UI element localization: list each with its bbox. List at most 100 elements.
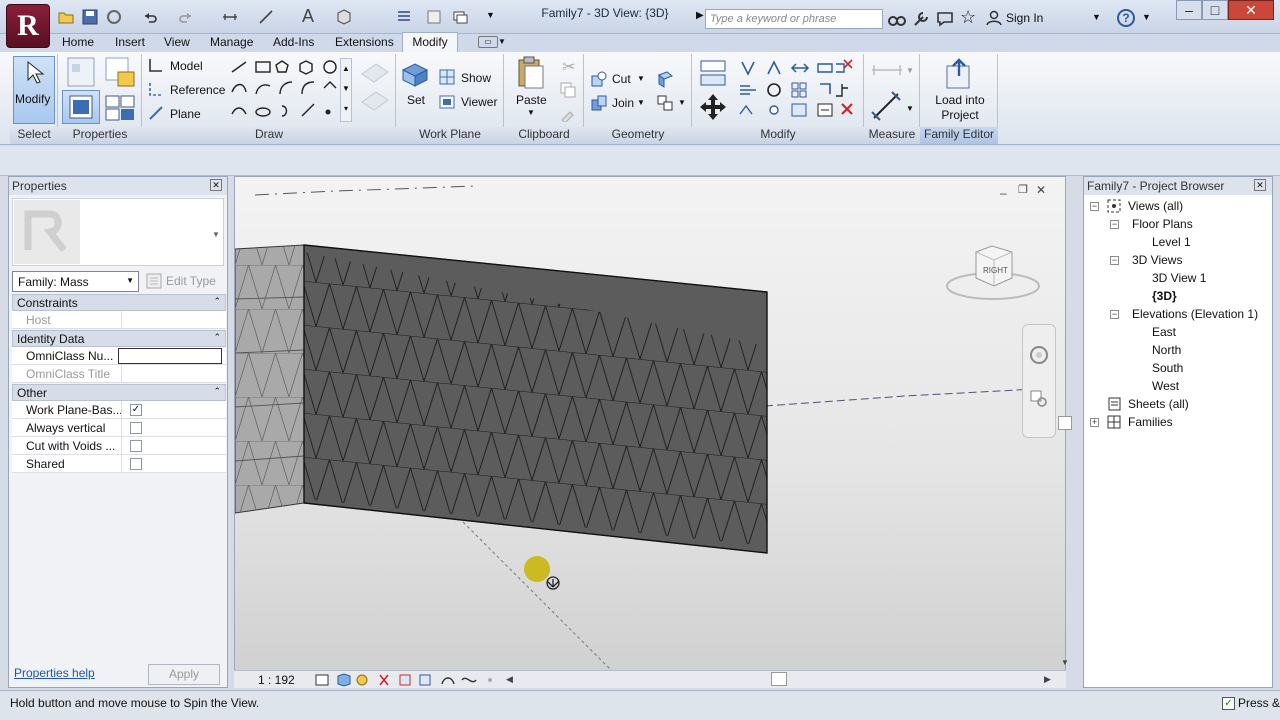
show-work-plane-button[interactable]: Show bbox=[461, 71, 491, 85]
help-dropdown-icon[interactable]: ▼ bbox=[1142, 12, 1151, 22]
paste-button[interactable]: Paste bbox=[516, 93, 547, 107]
omniclass-number-input[interactable] bbox=[118, 348, 222, 364]
category-identity-data[interactable]: Identity Data ⌃ bbox=[12, 330, 226, 347]
tree-3d-views[interactable]: 3D Views bbox=[1132, 253, 1182, 267]
tree-elevations[interactable]: Elevations (Elevation 1) bbox=[1132, 307, 1258, 321]
collapse-views-icon[interactable]: − bbox=[1090, 202, 1099, 211]
view-restore-icon[interactable]: ❐ bbox=[1018, 183, 1028, 196]
scroll-right-arrow-icon[interactable]: ▶ bbox=[1044, 674, 1051, 685]
open-icon[interactable] bbox=[58, 9, 74, 25]
cut-with-voids-checkbox[interactable] bbox=[130, 440, 142, 452]
modify-tools-gallery[interactable] bbox=[736, 58, 856, 120]
match-type-icon[interactable] bbox=[560, 106, 576, 122]
tab-manage[interactable]: Manage bbox=[206, 35, 257, 52]
measure-distance-icon[interactable] bbox=[870, 60, 906, 80]
tree-sheets[interactable]: Sheets (all) bbox=[1128, 397, 1189, 411]
mass-model[interactable] bbox=[235, 177, 1055, 669]
split-face-icon[interactable] bbox=[656, 70, 674, 88]
collapse-3d-views-icon[interactable]: − bbox=[1110, 256, 1119, 265]
measure-dropdown-icon[interactable]: ▼ bbox=[906, 66, 914, 75]
binoculars-icon[interactable] bbox=[888, 10, 906, 28]
sign-in-dropdown-icon[interactable]: ▼ bbox=[1092, 12, 1101, 22]
3d-view-qat-icon[interactable] bbox=[336, 9, 352, 25]
join-geometry-button[interactable]: Join bbox=[612, 96, 634, 110]
cut-dropdown-icon[interactable]: ▼ bbox=[637, 74, 645, 83]
tree-north[interactable]: North bbox=[1152, 343, 1181, 357]
browser-close-icon[interactable]: ✕ bbox=[1254, 179, 1266, 191]
property-row-omniclass-number[interactable]: OmniClass Nu... bbox=[12, 347, 226, 365]
move-icon[interactable] bbox=[698, 92, 728, 122]
category-other[interactable]: Other ⌃ bbox=[12, 384, 226, 401]
thin-lines-icon[interactable] bbox=[396, 9, 412, 25]
zoom-region-icon[interactable] bbox=[1028, 388, 1050, 410]
apply-button[interactable]: Apply bbox=[148, 664, 220, 685]
tab-view[interactable]: View bbox=[160, 35, 194, 52]
user-icon[interactable] bbox=[986, 10, 1002, 26]
favorites-star-icon[interactable]: ☆ bbox=[960, 7, 976, 28]
cut-geometry-button[interactable]: Cut bbox=[612, 72, 631, 86]
family-types-icon[interactable] bbox=[64, 56, 98, 88]
close-hidden-icon[interactable] bbox=[426, 9, 442, 25]
work-plane-viewer-button[interactable]: Viewer bbox=[461, 95, 497, 109]
search-expand-icon[interactable]: ▶ bbox=[696, 10, 704, 21]
close-window-button[interactable]: ✕ bbox=[1228, 0, 1274, 20]
join-dropdown-icon[interactable]: ▼ bbox=[637, 98, 645, 107]
maximize-window-button[interactable]: □ bbox=[1202, 0, 1228, 20]
tree-south[interactable]: South bbox=[1152, 361, 1183, 375]
vertical-scroll-thumb[interactable] bbox=[1058, 416, 1072, 430]
type-selector-dropdown-icon[interactable]: ▼ bbox=[212, 230, 220, 239]
communication-icon[interactable] bbox=[936, 10, 954, 28]
subscription-icon[interactable] bbox=[912, 10, 930, 28]
family-category-icon[interactable] bbox=[104, 56, 136, 88]
tab-home[interactable]: Home bbox=[58, 35, 98, 52]
view-close-icon[interactable]: ✕ bbox=[1036, 183, 1046, 197]
horizontal-scroll-thumb[interactable] bbox=[771, 672, 787, 686]
view-scale[interactable]: 1 : 192 bbox=[258, 673, 295, 687]
dimension-dropdown-icon[interactable]: ▼ bbox=[906, 104, 914, 113]
aligned-dimension-icon[interactable] bbox=[870, 90, 904, 122]
shared-checkbox[interactable] bbox=[130, 458, 142, 470]
tab-modify[interactable]: Modify bbox=[402, 32, 458, 52]
properties-help-link[interactable]: Properties help bbox=[14, 666, 95, 680]
search-input[interactable]: Type a keyword or phrase bbox=[705, 9, 883, 29]
tree-3d-default[interactable]: {3D} bbox=[1152, 289, 1177, 303]
steering-wheel-icon[interactable] bbox=[1028, 344, 1050, 366]
reference-plane-button[interactable]: Plane bbox=[170, 107, 201, 121]
ribbon-minimize-icon[interactable]: ▭ bbox=[478, 36, 498, 48]
tab-add-ins[interactable]: Add-Ins bbox=[269, 35, 318, 52]
undo-icon[interactable] bbox=[142, 9, 158, 25]
work-plane-based-checkbox[interactable]: ✓ bbox=[130, 404, 142, 416]
tree-families[interactable]: Families bbox=[1128, 415, 1173, 429]
view-control-icons[interactable] bbox=[314, 672, 494, 688]
help-icon[interactable]: ? bbox=[1117, 9, 1135, 27]
copy-icon[interactable] bbox=[560, 82, 576, 98]
load-into-project-button[interactable]: Load into Project bbox=[934, 93, 986, 123]
reference-line-button[interactable]: Reference bbox=[170, 83, 225, 97]
collapse-elevations-icon[interactable]: − bbox=[1110, 310, 1119, 319]
collapse-floor-plans-icon[interactable]: − bbox=[1110, 220, 1119, 229]
scroll-left-arrow-icon[interactable]: ◀ bbox=[506, 674, 513, 685]
align-icon[interactable] bbox=[698, 58, 728, 88]
set-work-plane-button[interactable]: Set bbox=[407, 93, 425, 107]
press-drag-checkbox[interactable]: ✓ bbox=[1222, 697, 1235, 710]
sign-in-button[interactable]: Sign In bbox=[1006, 11, 1043, 25]
family-filter-select[interactable]: Family: Mass ▼ bbox=[12, 271, 139, 292]
qat-dropdown-icon[interactable]: ▼ bbox=[486, 10, 495, 20]
tree-west[interactable]: West bbox=[1152, 379, 1179, 393]
tree-3d-view-1[interactable]: 3D View 1 bbox=[1152, 271, 1206, 285]
redo-icon[interactable] bbox=[178, 9, 194, 25]
tab-extensions[interactable]: Extensions bbox=[331, 35, 398, 52]
measure-qat-icon[interactable] bbox=[222, 9, 238, 25]
text-tool-icon[interactable]: A bbox=[302, 6, 314, 27]
model-line-button[interactable]: Model bbox=[170, 59, 203, 73]
cut-clipboard-icon[interactable]: ✂ bbox=[562, 57, 575, 77]
tree-views-all[interactable]: Views (all) bbox=[1128, 199, 1183, 213]
draw-gallery-scroll[interactable]: ▲ ▼ ▾ bbox=[340, 58, 352, 122]
minimize-window-button[interactable]: – bbox=[1176, 0, 1202, 20]
tree-east[interactable]: East bbox=[1152, 325, 1176, 339]
dimension-icon[interactable] bbox=[258, 9, 274, 25]
type-properties-icon[interactable] bbox=[104, 94, 136, 122]
always-vertical-checkbox[interactable] bbox=[130, 422, 142, 434]
switch-windows-icon[interactable] bbox=[452, 9, 468, 25]
properties-close-icon[interactable]: ✕ bbox=[210, 179, 222, 191]
